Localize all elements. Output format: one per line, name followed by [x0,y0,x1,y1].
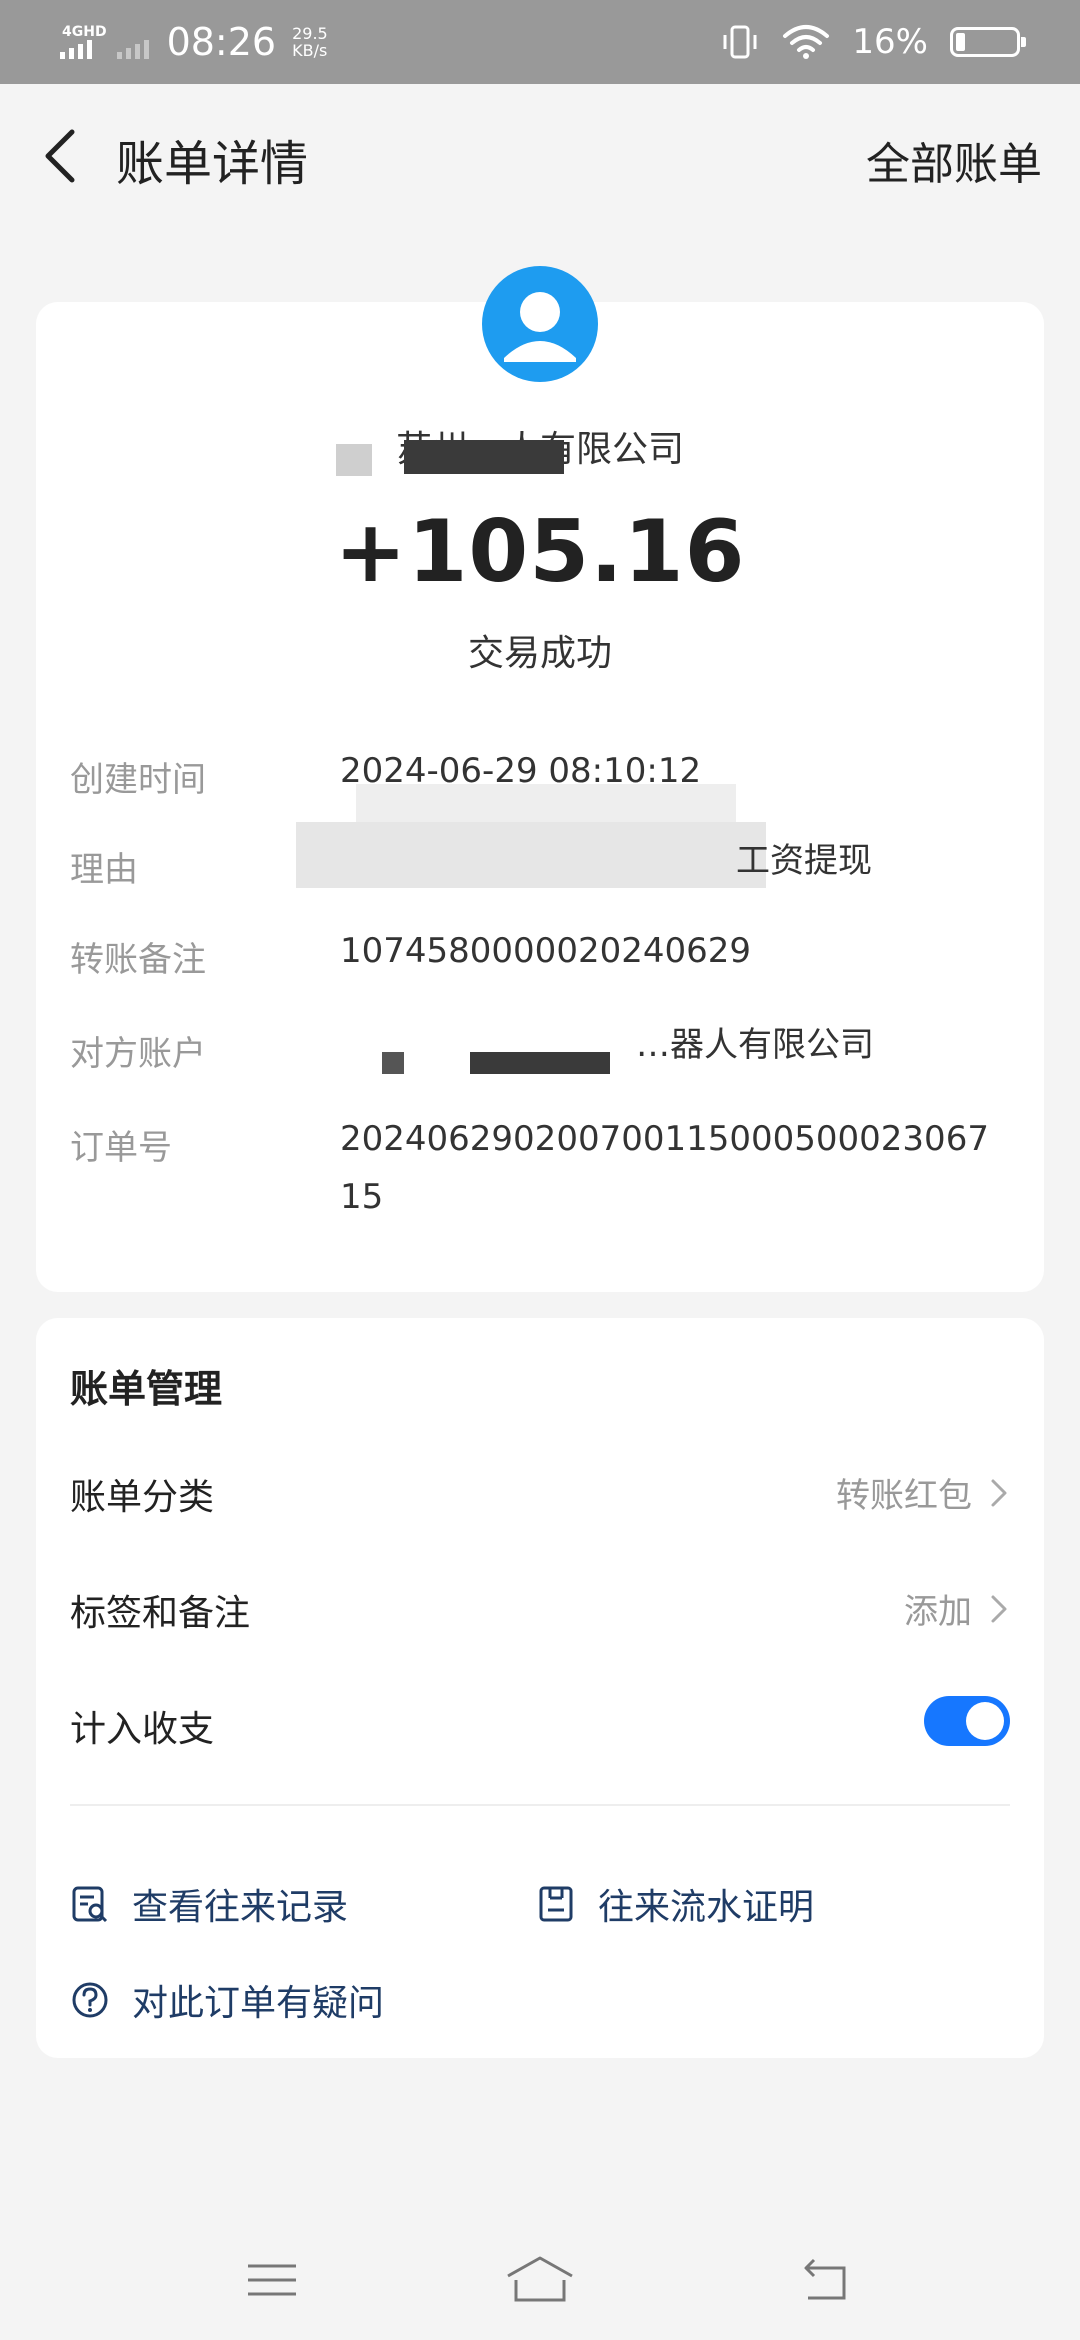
network-speed-unit: KB/s [292,41,328,60]
toggle-knob [966,1702,1004,1740]
detail-label-reason: 理由 [70,850,138,890]
back-arrow-icon[interactable] [36,126,88,186]
detail-value-counterparty: …器人有限公司 [636,1025,874,1065]
network-speed-value: 29.5 [292,24,328,43]
category-value: 转账红包 [836,1476,972,1516]
redaction-mask [404,440,564,474]
menu-icon[interactable] [242,2250,302,2310]
order-question-label: 对此订单有疑问 [132,1983,385,2024]
status-right: 16% [720,22,1026,62]
transaction-proof-link[interactable]: 往来流水证明 [536,1878,814,1930]
row-category-value[interactable]: 转账红包 [836,1468,1010,1517]
battery-percent: 16% [852,22,928,62]
section-title: 账单管理 [70,1367,223,1411]
view-transaction-records-label: 查看往来记录 [132,1887,349,1928]
chevron-right-icon [991,1595,1007,1622]
clock: 08:26 [166,20,277,64]
user-avatar-icon [504,292,576,362]
cellular-signal: 4GHD [60,25,107,59]
status-left: 4GHD 08:26 29.5 KB/s [60,20,328,64]
row-tags-notes-value[interactable]: 添加 [904,1584,1010,1633]
detail-value-transfer-note: 1074580000020240629 [340,931,752,971]
detail-value-reason: 工资提现 [736,841,872,881]
back-nav-icon[interactable] [794,2250,854,2310]
payee-avatar [482,266,598,382]
all-bills-link[interactable]: 全部账单 [866,128,1042,192]
status-bar: 4GHD 08:26 29.5 KB/s 16% [0,0,1080,84]
redaction-mask [296,822,766,888]
bill-detail-card: 苏州…人有限公司 +105.16 交易成功 创建时间 2024-06-29 08… [36,266,1044,1292]
home-icon[interactable] [504,2250,576,2310]
detail-label-counterparty: 对方账户 [70,1034,206,1074]
vibrate-icon [723,25,757,59]
question-icon [72,1982,108,2018]
detail-label-transfer-note: 转账备注 [70,940,206,980]
search-record-icon [72,1886,108,1923]
view-transaction-records-link[interactable]: 查看往来记录 [70,1878,348,1930]
chevron-right-icon [991,1479,1007,1506]
row-label-tags-notes[interactable]: 标签和备注 [70,1584,250,1636]
signal-bars-icon [60,39,92,59]
order-question-link[interactable]: 对此订单有疑问 [70,1974,384,2026]
detail-label-order-number: 订单号 [70,1128,172,1168]
network-speed: 29.5 KB/s [292,25,328,59]
battery-icon [950,27,1026,57]
transaction-status: 交易成功 [467,633,612,674]
wifi-icon [783,25,830,59]
tags-notes-value: 添加 [904,1592,972,1632]
network-type: 4GHD [62,24,107,40]
transaction-amount: +105.16 [334,502,746,602]
redaction-mask [470,1052,610,1074]
page-header: 账单详情 全部账单 [0,84,1080,224]
transaction-proof-label: 往来流水证明 [598,1887,815,1928]
redaction-mask [382,1052,404,1074]
detail-value-order-number: 20240629020070011500050002306715 [340,1119,989,1217]
include-income-expense-toggle[interactable] [924,1696,1010,1746]
receipt-icon [539,1886,573,1922]
divider [70,1804,1010,1806]
detail-label-created-time: 创建时间 [70,760,206,800]
row-label-category[interactable]: 账单分类 [70,1468,214,1520]
signal-bars-secondary-icon [116,39,149,59]
bill-management-card: 账单管理 账单分类 转账红包 标签和备注 添加 计入收支 查看往来记录 往来流水… [36,1318,1044,2058]
redaction-mask [336,444,372,476]
battery-fill [956,33,965,51]
page-title: 账单详情 [116,136,309,192]
row-label-include-income-expense: 计入收支 [70,1709,215,1750]
system-navigation-bar [0,2220,1080,2340]
